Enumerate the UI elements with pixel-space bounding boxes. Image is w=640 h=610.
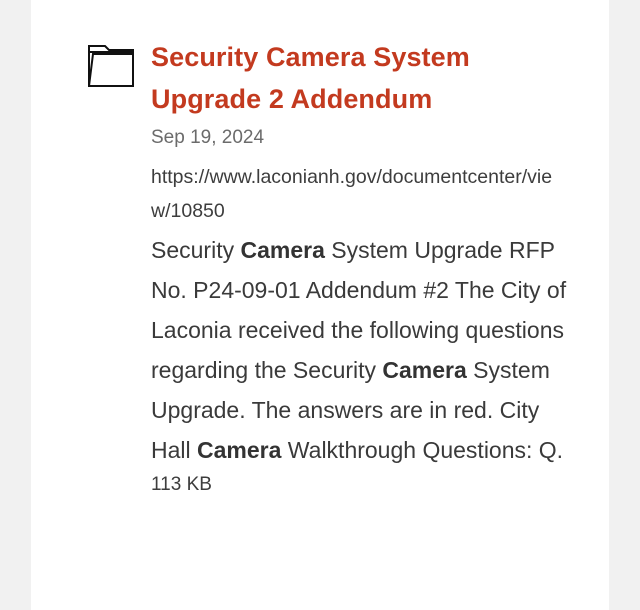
search-result-card: Security Camera System Upgrade 2 Addendu… (31, 0, 609, 610)
result-url: https://www.laconianh.gov/documentcenter… (151, 166, 553, 222)
snippet-highlight: Camera (382, 357, 467, 383)
result-snippet: Security Camera System Upgrade RFP No. P… (151, 230, 571, 470)
snippet-highlight: Camera (197, 437, 282, 463)
result-date: Sep 19, 2024 (151, 127, 265, 148)
result-title-link[interactable]: Security Camera System Upgrade 2 Addendu… (151, 36, 571, 120)
snippet-highlight: Camera (240, 237, 325, 263)
file-size: 113 KB (151, 474, 212, 495)
snippet-text: Security (151, 237, 241, 263)
folder-icon (88, 45, 134, 87)
snippet-text: Walkthrough Questions: Q. (281, 437, 564, 463)
search-result: Security Camera System Upgrade 2 Addendu… (151, 36, 571, 500)
